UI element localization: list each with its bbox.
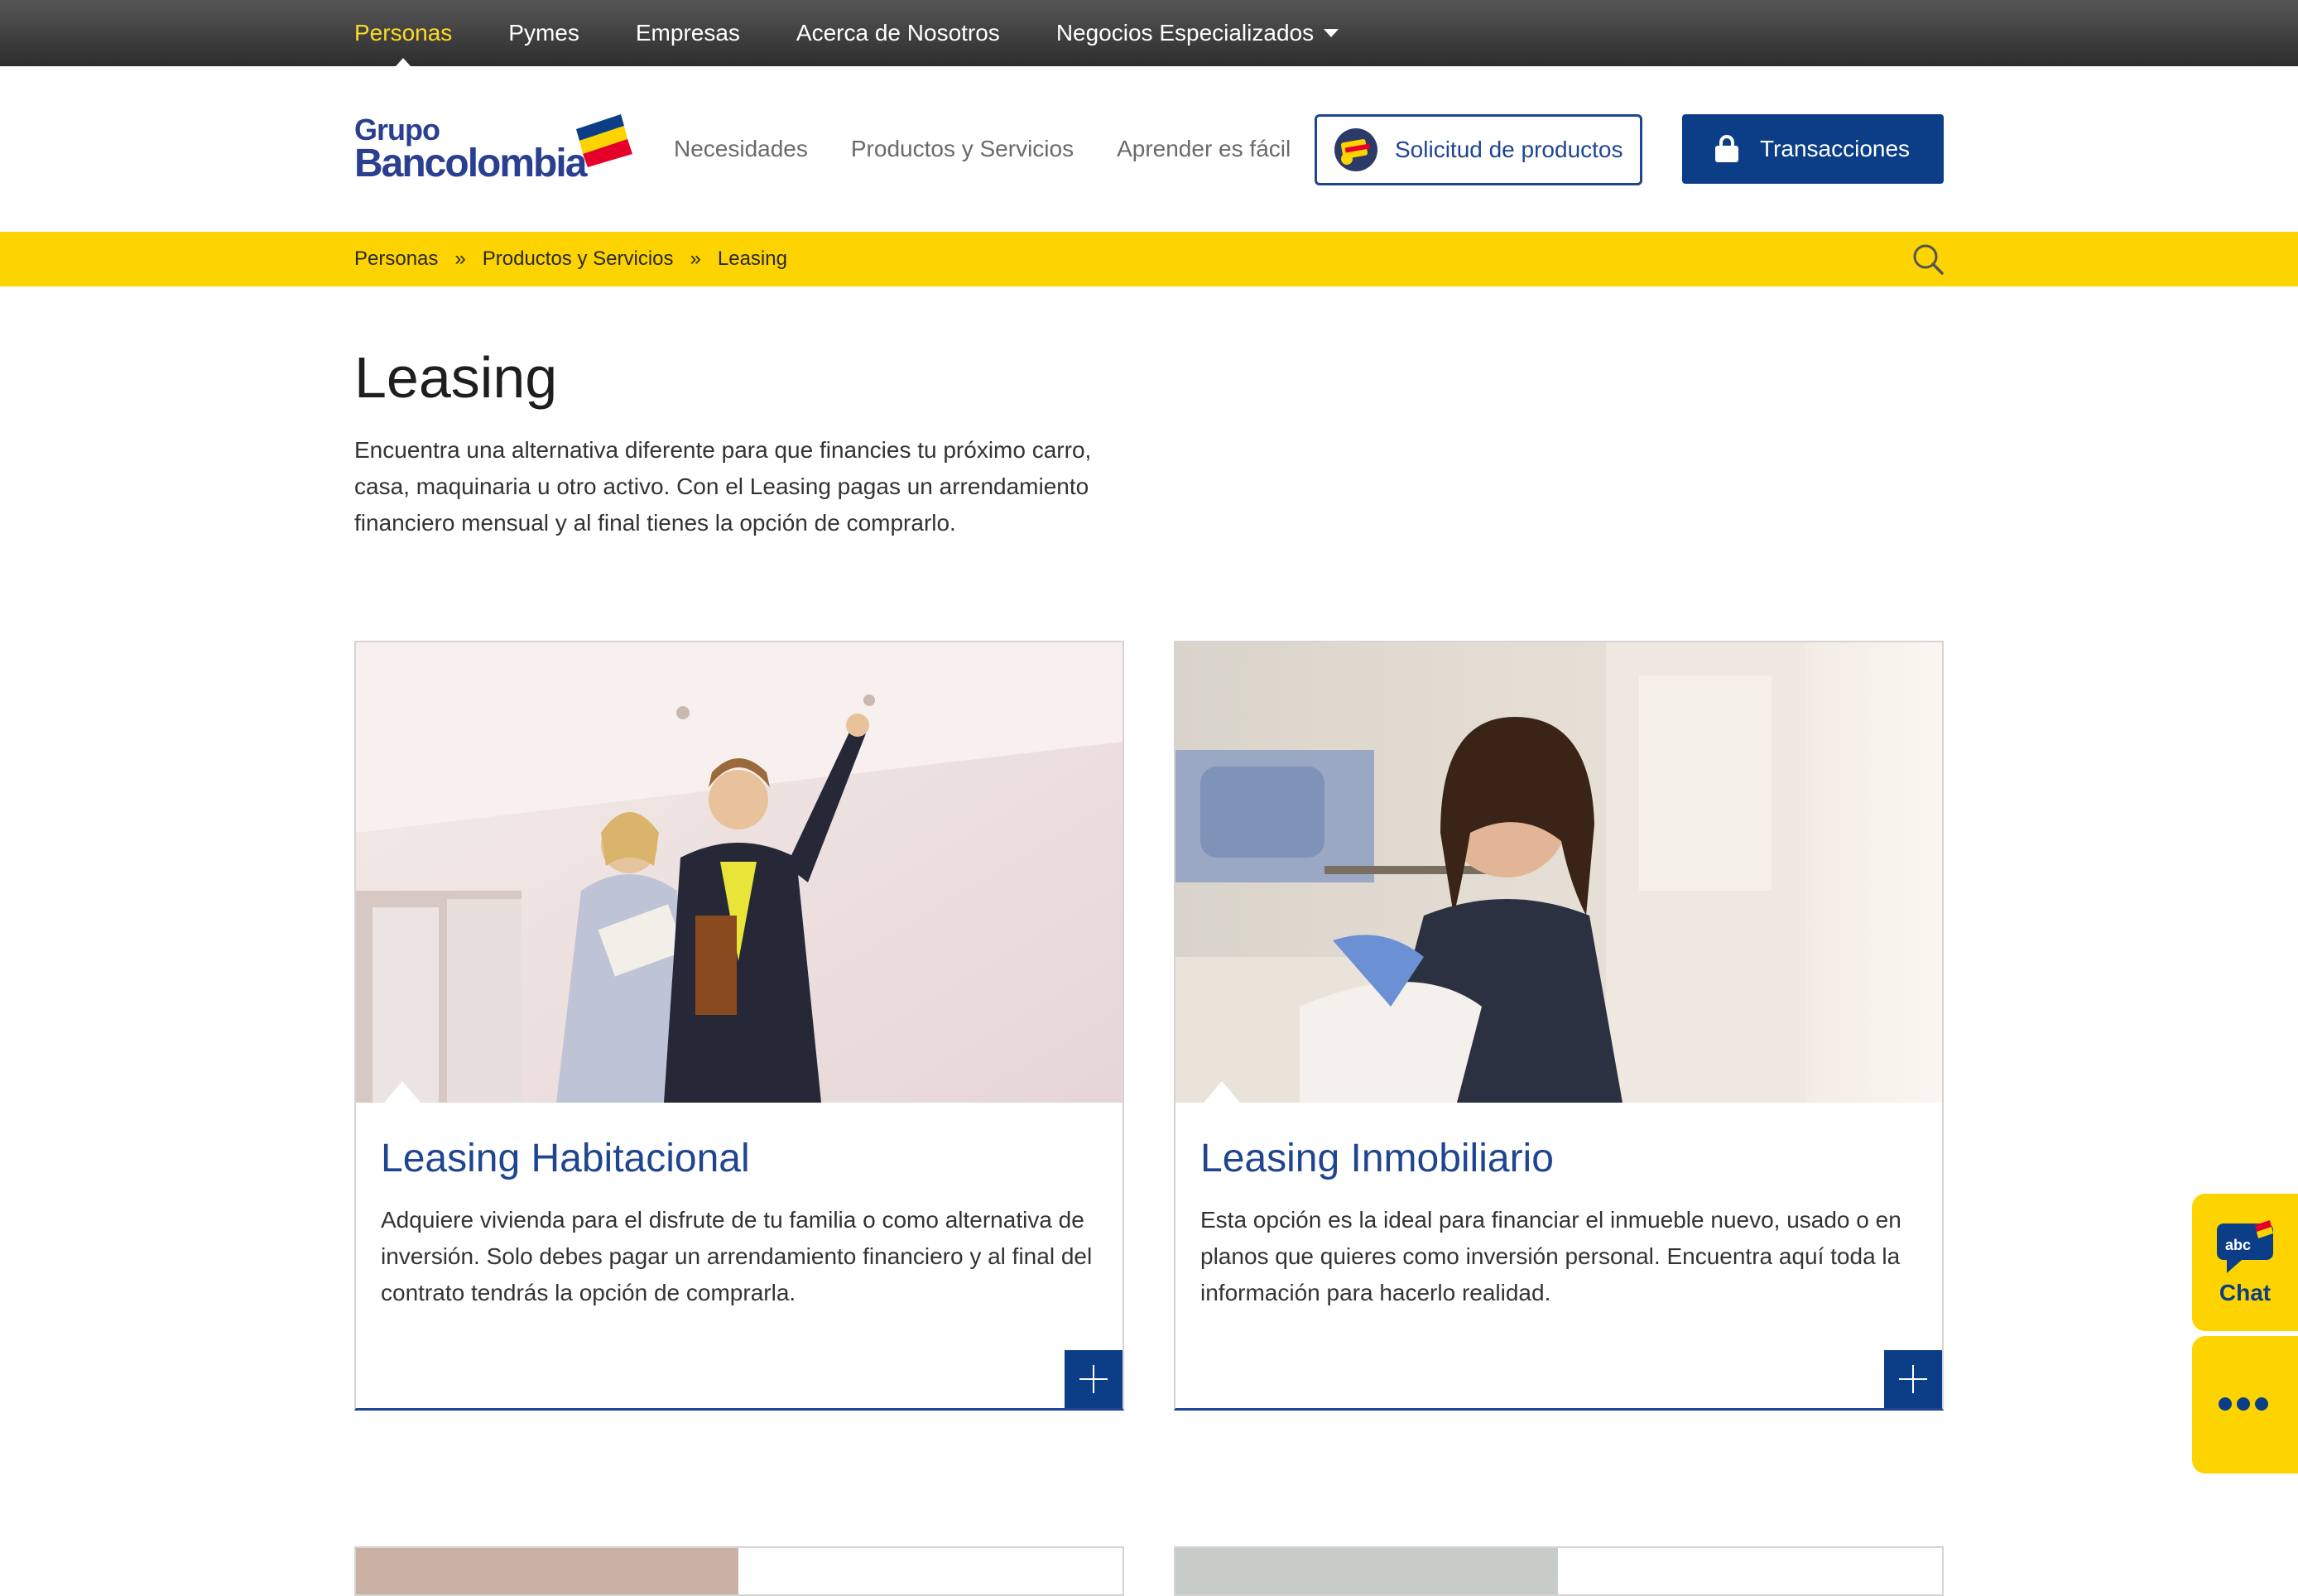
chat-label: Chat	[2219, 1280, 2272, 1305]
breadcrumb-productos[interactable]: Productos y Servicios	[483, 248, 674, 271]
woman-boutique-photo	[1175, 642, 1942, 1103]
card-leasing-inmobiliario[interactable]: Leasing Inmobiliario Esta opción es la i…	[1174, 641, 1944, 1411]
page-title: Leasing	[354, 345, 558, 410]
card-photo-partial	[356, 1548, 738, 1594]
nav-productos-servicios[interactable]: Productos y Servicios	[851, 136, 1074, 162]
page-intro: Encuentra una alternativa diferente para…	[354, 437, 1092, 536]
top-nav-negocios-label: Negocios Especializados	[1055, 20, 1315, 46]
logo-text-bancolombia: Bancolombia	[354, 142, 587, 185]
chat-badge-text: abc	[2225, 1237, 2251, 1253]
chat-bubble-icon: abc	[2217, 1220, 2273, 1273]
top-nav-empresas[interactable]: Empresas	[636, 0, 740, 66]
transacciones-label: Transacciones	[1760, 136, 1911, 161]
couple-house-photo	[356, 642, 1123, 1103]
logo-stripes-icon	[576, 114, 632, 167]
breadcrumb-separator: »	[454, 248, 466, 270]
bank-card-icon	[1334, 128, 1377, 171]
search-icon[interactable]	[1911, 242, 1945, 276]
main-nav: Necesidades Productos y Servicios Aprend…	[674, 132, 1334, 166]
card-next-row-1[interactable]	[354, 1546, 1124, 1596]
breadcrumb-personas[interactable]: Personas	[354, 248, 438, 271]
chat-widget-button[interactable]: abc Chat	[2192, 1194, 2298, 1331]
photo-notch	[384, 1081, 421, 1103]
caret-down-icon	[1324, 29, 1339, 37]
solicitud-productos-button[interactable]: Solicitud de productos	[1315, 114, 1642, 185]
top-nav-personas[interactable]: Personas	[354, 0, 452, 66]
card-title[interactable]: Leasing Inmobiliario	[1200, 1136, 1554, 1181]
more-dots-icon	[2219, 1397, 2273, 1411]
top-bar: Personas Pymes Empresas Acerca de Nosotr…	[0, 0, 2298, 66]
card-next-row-2[interactable]	[1174, 1546, 1944, 1596]
photo-notch	[1204, 1081, 1240, 1103]
card-description: Esta opción es la ideal para financiar e…	[1200, 1207, 1901, 1305]
bancolombia-logo[interactable]: Grupo Bancolombia	[354, 113, 636, 187]
segment-nav: Personas Pymes Empresas Acerca de Nosotr…	[354, 0, 1395, 66]
nav-necesidades[interactable]: Necesidades	[674, 136, 808, 162]
card-description: Adquiere vivienda para el disfrute de tu…	[381, 1207, 1093, 1305]
solicitud-label: Solicitud de productos	[1395, 137, 1623, 162]
expand-plus-button[interactable]	[1884, 1350, 1942, 1408]
lock-icon	[1715, 135, 1738, 162]
more-options-button[interactable]	[2192, 1336, 2298, 1473]
card-leasing-habitacional[interactable]: Leasing Habitacional Adquiere vivienda p…	[354, 641, 1124, 1411]
top-nav-pymes[interactable]: Pymes	[508, 0, 579, 66]
card-title[interactable]: Leasing Habitacional	[381, 1136, 750, 1181]
breadcrumb-separator: »	[690, 248, 701, 270]
site-header: Grupo Bancolombia Necesidades Productos …	[0, 66, 2298, 232]
breadcrumb-bar: Personas » Productos y Servicios » Leasi…	[0, 232, 2298, 286]
breadcrumb-current: Leasing	[717, 248, 787, 270]
nav-aprender[interactable]: Aprender es fácil	[1117, 136, 1291, 162]
transacciones-button[interactable]: Transacciones	[1682, 114, 1944, 184]
expand-plus-button[interactable]	[1065, 1350, 1123, 1408]
top-nav-negocios-especializados[interactable]: Negocios Especializados	[1056, 0, 1339, 66]
card-photo-partial	[1175, 1548, 1558, 1594]
top-nav-acerca[interactable]: Acerca de Nosotros	[796, 0, 1000, 66]
breadcrumb: Personas » Productos y Servicios » Leasi…	[354, 232, 787, 286]
